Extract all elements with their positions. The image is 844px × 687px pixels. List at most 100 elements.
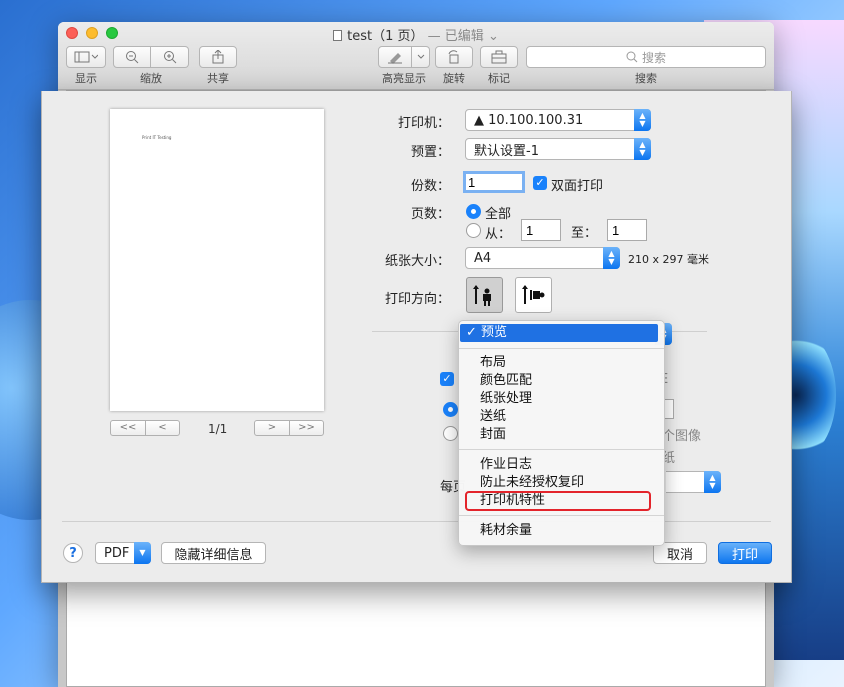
window-title-text: test（1 页） bbox=[347, 29, 424, 44]
rotate-icon bbox=[448, 50, 459, 64]
printer-select[interactable]: ▲ 10.100.100.31 ▲ ▼ bbox=[465, 109, 651, 131]
per-page-select[interactable]: ▲ ▼ bbox=[666, 471, 721, 493]
pages-range-radio[interactable] bbox=[466, 223, 481, 238]
copies-label: 份数： bbox=[410, 179, 450, 194]
window-titlebar: test（1 页） — 已编辑 ⌄ 显示 缩放 共享 高亮显示 旋转 标记 搜索… bbox=[58, 22, 774, 90]
pages-from-label: 从： bbox=[485, 227, 512, 242]
option-radio-2[interactable] bbox=[443, 426, 458, 441]
menu-separator bbox=[459, 348, 664, 349]
last-page-button[interactable]: >> bbox=[289, 421, 323, 435]
toolbar-search: 搜索 搜索 bbox=[526, 46, 766, 86]
pages-all-radio[interactable] bbox=[466, 204, 481, 219]
toolbar-rotate: 旋转 bbox=[435, 46, 473, 86]
menu-item-paper-handling[interactable]: 纸张处理 bbox=[459, 390, 664, 408]
checkmark-icon: ✓ bbox=[466, 325, 477, 340]
toolbar-zoom: 缩放 bbox=[113, 46, 189, 86]
toolbar-search-label: 搜索 bbox=[635, 72, 657, 85]
pdf-label: PDF bbox=[104, 545, 130, 561]
copies-input[interactable] bbox=[463, 171, 525, 193]
popup-arrows-icon: ▲▼ bbox=[603, 247, 620, 269]
hidden-field bbox=[665, 399, 674, 419]
menu-item-cover-page[interactable]: 封面 bbox=[459, 426, 664, 444]
toolbar-view-label: 显示 bbox=[75, 72, 97, 85]
paper-size-select[interactable]: A4 ▲ ▼ bbox=[465, 247, 620, 269]
menu-item-paper-feed[interactable]: 送纸 bbox=[459, 408, 664, 426]
first-page-button[interactable]: << bbox=[111, 421, 145, 435]
print-preview-thumbnail: Print IT Testing bbox=[110, 109, 324, 411]
paper-size-value: A4 bbox=[474, 250, 492, 266]
highlight-annotation-box bbox=[465, 491, 651, 511]
menu-item-copy-protection[interactable]: 防止未经授权复印 bbox=[459, 474, 664, 492]
previous-page-button[interactable]: < bbox=[145, 421, 179, 435]
highlight-button[interactable] bbox=[378, 46, 412, 68]
toolbar-view: 显示 bbox=[66, 46, 106, 86]
toolbar-share-label: 共享 bbox=[207, 72, 229, 85]
share-icon bbox=[212, 50, 224, 64]
pages-all-label: 全部 bbox=[485, 207, 512, 222]
highlight-menu-button[interactable] bbox=[412, 46, 430, 68]
thumbnail-text: Print IT Testing bbox=[142, 135, 172, 140]
menu-item-preview[interactable]: ✓ 预览 bbox=[460, 324, 658, 342]
print-button[interactable]: 打印 bbox=[718, 542, 772, 564]
pages-to-input[interactable] bbox=[607, 219, 647, 241]
paper-size-label: 纸张大小： bbox=[384, 254, 450, 269]
search-input[interactable]: 搜索 bbox=[526, 46, 766, 68]
toolbox-icon bbox=[491, 50, 507, 64]
sidebar-view-button[interactable] bbox=[66, 46, 106, 68]
zoom-out-button[interactable] bbox=[113, 46, 151, 68]
duplex-label: 双面打印 bbox=[551, 179, 604, 194]
chevron-down-icon bbox=[417, 54, 424, 59]
markup-button[interactable] bbox=[480, 46, 518, 68]
print-dialog: Print IT Testing << < 1/1 > >> 打印机： ▲ 10… bbox=[41, 91, 792, 583]
window-title: test（1 页） — 已编辑 ⌄ bbox=[58, 25, 774, 44]
zoom-out-icon bbox=[126, 51, 139, 64]
hide-details-button[interactable]: 隐藏详细信息 bbox=[161, 542, 266, 564]
option-radio-1[interactable] bbox=[443, 402, 458, 417]
option-checkbox[interactable]: ✓ bbox=[440, 372, 454, 386]
landscape-orientation-button[interactable] bbox=[515, 277, 552, 313]
presets-select[interactable]: 默认设置-1 ▲ ▼ bbox=[465, 138, 651, 160]
menu-item-layout[interactable]: 布局 bbox=[459, 354, 664, 372]
printer-value: ▲ 10.100.100.31 bbox=[474, 112, 584, 128]
toolbar-rotate-label: 旋转 bbox=[443, 72, 465, 85]
menu-item-label: 预览 bbox=[481, 325, 508, 340]
landscape-icon bbox=[521, 285, 544, 304]
menu-item-supply-levels[interactable]: 耗材余量 bbox=[459, 522, 664, 540]
highlighter-icon bbox=[388, 53, 402, 64]
menu-separator bbox=[459, 449, 664, 450]
menu-item-color-matching[interactable]: 颜色匹配 bbox=[459, 372, 664, 390]
orientation-label: 打印方向： bbox=[384, 292, 450, 307]
search-icon bbox=[626, 51, 638, 63]
toolbar-markup-label: 标记 bbox=[488, 72, 510, 85]
menu-item-job-log[interactable]: 作业日志 bbox=[459, 456, 664, 474]
toolbar-highlight-label: 高亮显示 bbox=[382, 72, 426, 85]
rotate-button[interactable] bbox=[435, 46, 473, 68]
help-button[interactable]: ? bbox=[63, 543, 83, 563]
portrait-orientation-button[interactable] bbox=[466, 277, 503, 313]
toolbar-share: 共享 bbox=[199, 46, 237, 86]
popup-arrows-icon: ▲▼ bbox=[634, 109, 651, 131]
hidden-option-text: 个图像 bbox=[662, 429, 702, 444]
next-page-button[interactable]: > bbox=[255, 421, 289, 435]
paper-size-dims: 210 x 297 毫米 bbox=[628, 253, 709, 266]
pages-label: 页数： bbox=[410, 207, 450, 222]
share-button[interactable] bbox=[199, 46, 237, 68]
toolbar-zoom-label: 缩放 bbox=[140, 72, 162, 85]
portrait-icon bbox=[472, 285, 491, 306]
page-indicator: 1/1 bbox=[208, 422, 228, 436]
toolbar-markup: 标记 bbox=[480, 46, 518, 86]
edited-status: — 已编辑 bbox=[427, 29, 484, 44]
presets-value: 默认设置-1 bbox=[474, 143, 539, 159]
pdf-menu-button[interactable]: PDF ▼ bbox=[95, 542, 151, 564]
chevron-down-icon[interactable]: ⌄ bbox=[484, 29, 499, 44]
duplex-checkbox[interactable]: ✓ bbox=[533, 176, 547, 190]
zoom-in-button[interactable] bbox=[151, 46, 189, 68]
panel-dropdown-menu: ✓ 预览 布局 颜色匹配 纸张处理 送纸 封面 作业日志 防止未经授权复印 打印机… bbox=[458, 320, 665, 546]
popup-arrows-icon: ▲▼ bbox=[704, 471, 721, 493]
printer-label: 打印机： bbox=[397, 116, 450, 131]
pages-from-input[interactable] bbox=[521, 219, 561, 241]
document-icon bbox=[333, 30, 343, 41]
search-placeholder: 搜索 bbox=[641, 50, 666, 65]
presets-label: 预置： bbox=[410, 145, 450, 160]
sidebar-icon bbox=[74, 51, 98, 63]
